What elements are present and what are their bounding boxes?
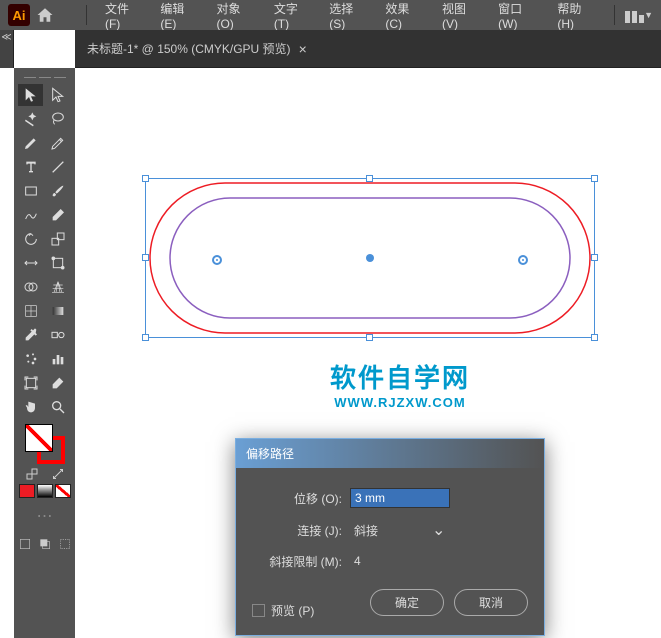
offset-input[interactable] (350, 488, 450, 508)
watermark-url: WWW.RJZXW.COM (330, 395, 470, 410)
curvature-tool[interactable] (46, 132, 71, 154)
rotate-tool[interactable] (18, 228, 43, 250)
zoom-tool[interactable] (46, 396, 71, 418)
menubar: 文件(F) 编辑(E) 对象(O) 文字(T) 选择(S) 效果(C) 视图(V… (70, 0, 661, 30)
watermark: 软件自学网 WWW.RJZXW.COM (330, 358, 470, 410)
toolbox-handle[interactable] (18, 72, 71, 82)
free-transform-tool[interactable] (46, 252, 71, 274)
scale-tool[interactable] (46, 228, 71, 250)
selection-handle[interactable] (142, 254, 149, 261)
color-swatch-red[interactable] (19, 484, 35, 498)
cancel-button[interactable]: 取消 (454, 589, 528, 616)
miter-value[interactable]: 4 (350, 552, 365, 570)
offset-path-dialog: 偏移路径 位移 (O): 连接 (J): 斜接 ⌄ 斜接限制 (M): 4 (235, 438, 545, 636)
swap-fill-stroke-icon[interactable] (26, 468, 38, 480)
magic-wand-tool[interactable] (18, 108, 43, 130)
watermark-title: 软件自学网 (330, 358, 470, 395)
dropdown-icon[interactable]: ▼ (644, 10, 653, 20)
gradient-tool[interactable] (46, 300, 71, 322)
selection-handle[interactable] (591, 254, 598, 261)
symbol-sprayer-tool[interactable] (18, 348, 43, 370)
perspective-grid-tool[interactable] (46, 276, 71, 298)
corner-panel: ≪ (0, 30, 14, 68)
color-swatch-gradient[interactable] (37, 484, 53, 498)
default-fill-stroke-icon[interactable] (52, 468, 64, 480)
paintbrush-tool[interactable] (46, 180, 71, 202)
preview-checkbox[interactable] (252, 604, 265, 617)
miter-label: 斜接限制 (M): (252, 553, 342, 570)
corner-widget[interactable] (212, 255, 222, 265)
canvas[interactable]: 软件自学网 WWW.RJZXW.COM 偏移路径 位移 (O): 连接 (J):… (75, 68, 661, 638)
selection-handle[interactable] (366, 175, 373, 182)
home-icon[interactable] (36, 6, 54, 24)
shape-builder-tool[interactable] (18, 276, 43, 298)
blend-tool[interactable] (46, 324, 71, 346)
artwork (135, 168, 605, 348)
preview-label: 预览 (P) (271, 602, 314, 619)
artboard-tool[interactable] (18, 372, 43, 394)
join-select[interactable]: 斜接 (350, 520, 450, 540)
selection-center[interactable] (366, 254, 374, 262)
tab-close-button[interactable]: × (299, 41, 307, 57)
slice-tool[interactable] (46, 372, 71, 394)
draw-behind-mode[interactable] (36, 536, 54, 552)
selection-bounding-box (145, 178, 595, 338)
shaper-tool[interactable] (18, 204, 43, 226)
lasso-tool[interactable] (46, 108, 71, 130)
join-label: 连接 (J): (252, 522, 342, 539)
document-tab-title[interactable]: 未标题-1* @ 150% (CMYK/GPU 预览) (87, 40, 291, 57)
app-logo: Ai (8, 4, 30, 26)
panel-layout-icon[interactable] (625, 7, 644, 23)
line-segment-tool[interactable] (46, 156, 71, 178)
selection-handle[interactable] (591, 175, 598, 182)
toolbox: ⋯ (14, 68, 75, 638)
color-swatch-none[interactable] (55, 484, 71, 498)
fill-stroke-swatch[interactable] (25, 424, 65, 464)
draw-inside-mode[interactable] (56, 536, 74, 552)
rectangle-tool[interactable] (18, 180, 43, 202)
eraser-tool[interactable] (46, 204, 71, 226)
eyedropper-tool[interactable] (18, 324, 43, 346)
toolbox-more[interactable]: ⋯ (37, 506, 53, 526)
selection-handle[interactable] (142, 334, 149, 341)
offset-label: 位移 (O): (252, 490, 342, 507)
color-section: ⋯ (18, 424, 71, 552)
ok-button[interactable]: 确定 (370, 589, 444, 616)
hand-tool[interactable] (18, 396, 43, 418)
selection-handle[interactable] (366, 334, 373, 341)
selection-handle[interactable] (591, 334, 598, 341)
mesh-tool[interactable] (18, 300, 43, 322)
fill-color[interactable] (25, 424, 53, 452)
selection-tool[interactable] (18, 84, 43, 106)
type-tool[interactable] (18, 156, 43, 178)
pen-tool[interactable] (18, 132, 43, 154)
width-tool[interactable] (18, 252, 43, 274)
draw-normal-mode[interactable] (16, 536, 34, 552)
column-graph-tool[interactable] (46, 348, 71, 370)
corner-widget[interactable] (518, 255, 528, 265)
document-tab-bar: 未标题-1* @ 150% (CMYK/GPU 预览) × (75, 30, 661, 68)
dialog-title: 偏移路径 (236, 439, 544, 468)
direct-selection-tool[interactable] (46, 84, 71, 106)
selection-handle[interactable] (142, 175, 149, 182)
